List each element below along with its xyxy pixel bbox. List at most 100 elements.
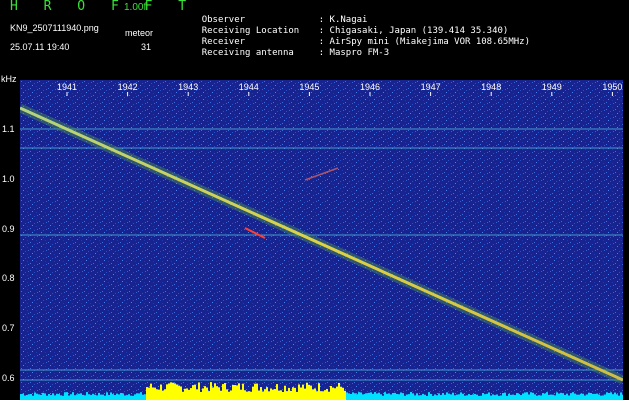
amplitude-bar	[98, 392, 100, 400]
amplitude-bar	[232, 384, 234, 400]
amplitude-bar	[328, 391, 330, 400]
amplitude-bar	[304, 388, 306, 400]
amplitude-bar	[394, 392, 396, 400]
amplitude-bar	[226, 389, 228, 400]
amplitude-bar	[322, 391, 324, 400]
time-tick-label: 1941	[57, 82, 77, 92]
amplitude-bar	[54, 395, 56, 400]
amplitude-bar	[534, 394, 536, 400]
amplitude-bar	[280, 390, 282, 400]
amplitude-bar	[472, 394, 474, 400]
amplitude-bar	[500, 395, 502, 400]
amplitude-bar	[222, 384, 224, 400]
amplitude-bar	[250, 391, 252, 400]
amplitude-bar	[616, 394, 618, 400]
amplitude-bar	[310, 385, 312, 400]
amplitude-bar	[148, 387, 150, 400]
amplitude-bar	[408, 394, 410, 400]
amplitude-bar	[438, 393, 440, 400]
amplitude-bar	[166, 384, 168, 400]
amplitude-bar	[480, 395, 482, 400]
time-tick-label: 1950	[602, 82, 622, 92]
amplitude-bar	[346, 392, 348, 400]
amplitude-bar	[446, 392, 448, 400]
amplitude-bar	[498, 395, 500, 400]
info-row-antenna: Receiving antenna: Maspro FM-3	[180, 38, 389, 68]
amplitude-bar	[194, 384, 196, 400]
amplitude-bar	[476, 394, 478, 400]
amplitude-bar	[404, 395, 406, 400]
amplitude-bar	[512, 394, 514, 400]
amplitude-bar	[548, 394, 550, 400]
amplitude-bar	[154, 387, 156, 400]
amplitude-bar	[298, 384, 300, 400]
amplitude-bar	[114, 395, 116, 400]
amplitude-bar	[360, 392, 362, 400]
amplitude-bar	[56, 393, 58, 400]
amplitude-bar	[386, 393, 388, 400]
amplitude-bar	[330, 385, 332, 400]
amplitude-bar	[492, 394, 494, 400]
amplitude-bar	[142, 394, 144, 400]
amplitude-bar	[366, 393, 368, 400]
amplitude-bar	[262, 391, 264, 400]
amplitude-bar	[432, 395, 434, 400]
amplitude-bar	[576, 394, 578, 400]
amplitude-bar	[622, 394, 623, 400]
amplitude-bar	[116, 393, 118, 400]
amplitude-bar	[516, 393, 518, 400]
amplitude-bar	[368, 392, 370, 400]
y-tick-label: 1.0	[2, 174, 15, 184]
amplitude-bar	[274, 389, 276, 400]
amplitude-bar	[614, 392, 616, 400]
amplitude-bar	[242, 383, 244, 400]
amplitude-bar	[78, 393, 80, 400]
amplitude-bar	[428, 392, 430, 400]
amplitude-bar	[176, 384, 178, 400]
y-tick-label: 0.7	[2, 323, 15, 333]
amplitude-bar	[254, 383, 256, 400]
amplitude-bar	[204, 386, 206, 400]
amplitude-bar	[62, 395, 64, 400]
amplitude-bar	[64, 392, 66, 400]
amplitude-bar	[490, 395, 492, 400]
amplitude-bar	[510, 394, 512, 400]
amplitude-bar	[112, 394, 114, 400]
amplitude-bar	[526, 392, 528, 400]
amplitude-bar	[358, 392, 360, 400]
amplitude-bar	[562, 393, 564, 400]
amplitude-bar	[606, 392, 608, 400]
amplitude-bar	[160, 384, 162, 400]
amplitude-bar	[434, 394, 436, 400]
amplitude-bar	[466, 395, 468, 400]
amplitude-bar	[378, 392, 380, 400]
amplitude-bar	[396, 393, 398, 400]
amplitude-bar	[302, 384, 304, 400]
amplitude-bar	[550, 394, 552, 400]
amplitude-bar	[572, 392, 574, 400]
amplitude-bar	[94, 394, 96, 400]
amplitude-bar	[278, 390, 280, 400]
amplitude-bar	[200, 391, 202, 400]
amplitude-bar	[300, 387, 302, 400]
amplitude-bar	[460, 392, 462, 400]
amplitude-bar	[478, 395, 480, 400]
amplitude-bar	[524, 392, 526, 400]
amplitude-bar	[488, 392, 490, 400]
amplitude-bar	[508, 393, 510, 400]
amplitude-bar	[596, 393, 598, 400]
amplitude-bar	[494, 395, 496, 400]
app-title: H R O F F T	[10, 0, 196, 14]
amplitude-bar	[24, 395, 26, 400]
amplitude-bar	[552, 394, 554, 400]
amplitude-bar	[348, 393, 350, 400]
amplitude-bar	[530, 392, 532, 400]
amplitude-bar	[28, 394, 30, 400]
amplitude-bar	[124, 395, 126, 400]
amplitude-bar	[34, 392, 36, 400]
amplitude-bar	[540, 395, 542, 400]
amplitude-bar	[514, 395, 516, 400]
amplitude-bar	[306, 382, 308, 400]
amplitude-bar	[134, 394, 136, 400]
amplitude-bar	[608, 392, 610, 400]
